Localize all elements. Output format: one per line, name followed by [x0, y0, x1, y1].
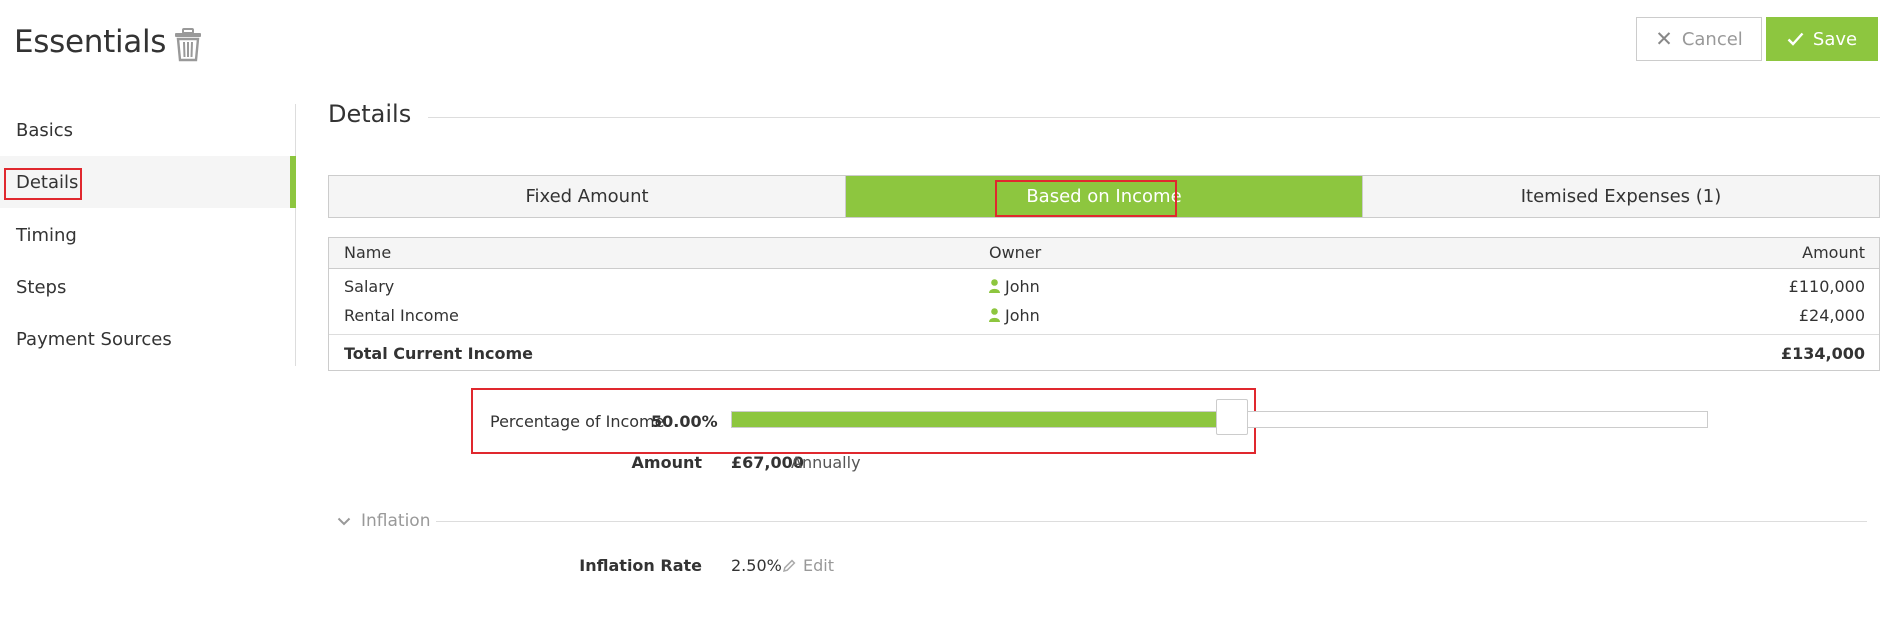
income-name: Rental Income [344, 306, 459, 325]
inflation-rate-value: 2.50% [731, 556, 782, 575]
chevron-down-icon [337, 517, 351, 525]
amount-period: Annually [791, 453, 861, 472]
percentage-value: 50.00% [651, 412, 718, 431]
table-row: Rental Income John £24,000 [329, 301, 1879, 330]
inflation-divider [436, 521, 1867, 522]
page-title: Essentials [14, 24, 167, 60]
slider-handle[interactable] [1215, 399, 1248, 435]
sidebar-item-label: Payment Sources [16, 328, 172, 350]
income-name: Salary [344, 277, 395, 296]
column-header-amount: Amount [1802, 243, 1865, 262]
sidebar-item-basics[interactable]: Basics [0, 104, 296, 156]
owner-name: John [1005, 277, 1040, 296]
check-icon [1787, 32, 1804, 46]
slider-fill [732, 412, 1220, 427]
table-header: Name Owner Amount [329, 238, 1879, 269]
tab-label: Itemised Expenses (1) [1520, 186, 1722, 207]
section-title: Details [328, 100, 412, 128]
percentage-label: Percentage of Income [490, 412, 665, 431]
sidebar-item-steps[interactable]: Steps [0, 261, 296, 313]
sidebar-item-label: Details [16, 171, 79, 193]
edit-label: Edit [803, 556, 834, 575]
highlight-box [995, 180, 1177, 217]
cancel-button[interactable]: ✕ Cancel [1636, 17, 1762, 61]
sidebar-item-label: Timing [16, 224, 77, 246]
section-divider [428, 117, 1880, 118]
tab-label: Fixed Amount [525, 186, 649, 207]
trash-icon[interactable] [174, 28, 202, 62]
column-header-owner: Owner [989, 243, 1042, 262]
income-owner: John [989, 277, 1040, 296]
amount-type-tabs: Fixed Amount Based on Income Itemised Ex… [328, 175, 1880, 218]
sidebar-item-details[interactable]: Details [0, 156, 296, 208]
close-icon: ✕ [1655, 27, 1673, 51]
sidebar-item-label: Basics [16, 119, 74, 141]
person-icon [989, 279, 1000, 293]
sidebar-item-timing[interactable]: Timing [0, 209, 296, 261]
sidebar: Basics Details Timing Steps Payment Sour… [0, 104, 296, 366]
tab-based-on-income[interactable]: Based on Income [846, 176, 1363, 217]
income-table: Name Owner Amount Salary John £110,000 R… [328, 237, 1880, 371]
income-amount: £110,000 [1788, 277, 1865, 296]
income-owner: John [989, 306, 1040, 325]
cancel-label: Cancel [1681, 28, 1743, 50]
inflation-header-label: Inflation [361, 511, 431, 531]
sidebar-item-label: Steps [16, 276, 67, 298]
tab-fixed-amount[interactable]: Fixed Amount [329, 176, 846, 217]
save-button[interactable]: Save [1766, 17, 1878, 61]
total-amount: £134,000 [1780, 344, 1865, 363]
income-amount: £24,000 [1798, 306, 1865, 325]
tab-itemised-expenses[interactable]: Itemised Expenses (1) [1363, 176, 1879, 217]
total-label: Total Current Income [344, 344, 533, 363]
inflation-rate-label: Inflation Rate [579, 556, 702, 575]
sidebar-item-payment-sources[interactable]: Payment Sources [0, 313, 296, 365]
table-row: Salary John £110,000 [329, 272, 1879, 301]
save-label: Save [1812, 28, 1858, 50]
person-icon [989, 308, 1000, 322]
edit-inflation-link[interactable]: Edit [783, 556, 834, 575]
pencil-icon [783, 559, 796, 572]
table-total-row: Total Current Income £134,000 [329, 334, 1879, 370]
column-header-name: Name [344, 243, 392, 262]
owner-name: John [1005, 306, 1040, 325]
inflation-toggle[interactable]: Inflation [337, 511, 430, 531]
amount-label: Amount [631, 453, 702, 472]
